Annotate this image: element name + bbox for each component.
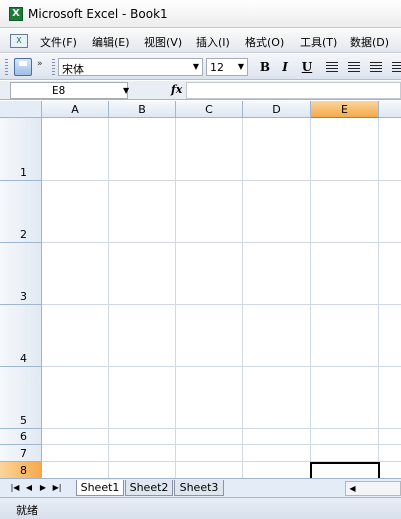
sheet-tab-sheet1[interactable]: Sheet1: [76, 480, 124, 496]
name-box[interactable]: E8 ▼: [10, 82, 129, 99]
gridline: [378, 118, 379, 478]
font-name-value: 宋体: [62, 63, 84, 76]
first-sheet-icon[interactable]: |◀: [10, 482, 20, 494]
gridline: [42, 180, 401, 181]
gridline: [242, 118, 243, 478]
italic-button[interactable]: I: [276, 58, 294, 76]
row-header-7[interactable]: 7: [0, 445, 42, 462]
row-header-3[interactable]: 3: [0, 243, 42, 305]
scroll-left-icon[interactable]: ◀: [346, 482, 359, 495]
toolbar-overflow-icon[interactable]: »: [37, 59, 43, 69]
horizontal-scrollbar[interactable]: ◀: [345, 481, 401, 496]
row-number: 3: [20, 290, 27, 303]
menu-view[interactable]: 视图(V): [144, 34, 182, 50]
excel-app-icon: X: [9, 7, 23, 21]
column-header-c[interactable]: C: [176, 101, 243, 118]
select-all-corner[interactable]: [0, 101, 42, 118]
name-box-value: E8: [52, 84, 66, 97]
last-sheet-icon[interactable]: ▶|: [52, 482, 62, 494]
status-text: 就绪: [16, 504, 38, 517]
row-number: 5: [20, 414, 27, 427]
gridline: [42, 366, 401, 367]
align-left-icon[interactable]: [326, 62, 338, 72]
gridline: [42, 428, 401, 429]
align-right-icon[interactable]: [370, 62, 382, 72]
menu-data[interactable]: 数据(D): [350, 34, 389, 50]
menu-file[interactable]: 文件(F): [40, 34, 77, 50]
row-header-8[interactable]: 8: [0, 462, 42, 478]
merge-center-icon[interactable]: [392, 62, 401, 72]
next-sheet-icon[interactable]: ▶: [38, 482, 48, 494]
bold-button[interactable]: B: [256, 58, 274, 76]
window-title: Microsoft Excel - Book1: [28, 7, 168, 21]
status-bar: 就绪: [0, 497, 401, 519]
previous-sheet-icon[interactable]: ◀: [24, 482, 34, 494]
formula-bar: E8 ▼ fx: [0, 81, 401, 100]
font-size-select[interactable]: 12 ▼: [206, 58, 248, 76]
menu-bar: X 文件(F) 编辑(E) 视图(V) 插入(I) 格式(O) 工具(T) 数据…: [0, 28, 401, 53]
gridline: [175, 118, 176, 478]
sheet-tab-sheet3[interactable]: Sheet3: [174, 480, 224, 496]
row-number: 4: [20, 352, 27, 365]
font-size-value: 12: [210, 61, 224, 74]
title-bar: X Microsoft Excel - Book1: [0, 0, 401, 28]
toolbar-grip-icon[interactable]: [5, 59, 8, 75]
chevron-down-icon[interactable]: ▼: [190, 59, 202, 75]
menu-tools[interactable]: 工具(T): [300, 34, 337, 50]
chevron-down-icon[interactable]: ▼: [123, 86, 129, 95]
column-header-a[interactable]: A: [42, 101, 109, 118]
gridline: [108, 118, 109, 478]
workbook-icon[interactable]: X: [10, 34, 28, 48]
gridline: [310, 118, 311, 478]
row-header-4[interactable]: 4: [0, 305, 42, 367]
row-number: 8: [20, 464, 27, 477]
insert-function-icon[interactable]: fx: [171, 83, 182, 96]
row-header-6[interactable]: 6: [0, 429, 42, 445]
menu-insert[interactable]: 插入(I): [196, 34, 230, 50]
sheet-tab-bar: |◀ ◀ ▶ ▶| Sheet1 Sheet2 Sheet3 ◀: [0, 478, 401, 497]
row-number: 7: [20, 447, 27, 460]
formatting-toolbar: » 宋体 ▼ 12 ▼ B I U: [0, 54, 401, 80]
column-header-f[interactable]: [379, 101, 401, 118]
row-number: 2: [20, 228, 27, 241]
sheet-tab-sheet2[interactable]: Sheet2: [125, 480, 173, 496]
column-header-d[interactable]: D: [243, 101, 311, 118]
worksheet-grid[interactable]: A B C D E 1 2 3 4 5 6 7 8: [0, 101, 401, 478]
underline-button[interactable]: U: [298, 58, 316, 76]
column-header-e[interactable]: E: [311, 101, 379, 118]
gridline: [42, 444, 401, 445]
row-number: 6: [20, 430, 27, 443]
save-icon[interactable]: [14, 58, 32, 76]
row-number: 1: [20, 166, 27, 179]
column-header-b[interactable]: B: [109, 101, 176, 118]
gridline: [42, 304, 401, 305]
menu-edit[interactable]: 编辑(E): [92, 34, 130, 50]
menu-format[interactable]: 格式(O): [245, 34, 284, 50]
row-header-2[interactable]: 2: [0, 181, 42, 243]
formula-input[interactable]: [186, 82, 401, 99]
gridline: [42, 242, 401, 243]
row-header-1[interactable]: 1: [0, 118, 42, 181]
align-center-icon[interactable]: [348, 62, 360, 72]
row-header-5[interactable]: 5: [0, 367, 42, 429]
active-cell-e8[interactable]: [310, 462, 380, 478]
font-name-select[interactable]: 宋体 ▼: [58, 58, 203, 76]
chevron-down-icon[interactable]: ▼: [235, 59, 247, 75]
toolbar-grip-icon[interactable]: [52, 59, 55, 75]
